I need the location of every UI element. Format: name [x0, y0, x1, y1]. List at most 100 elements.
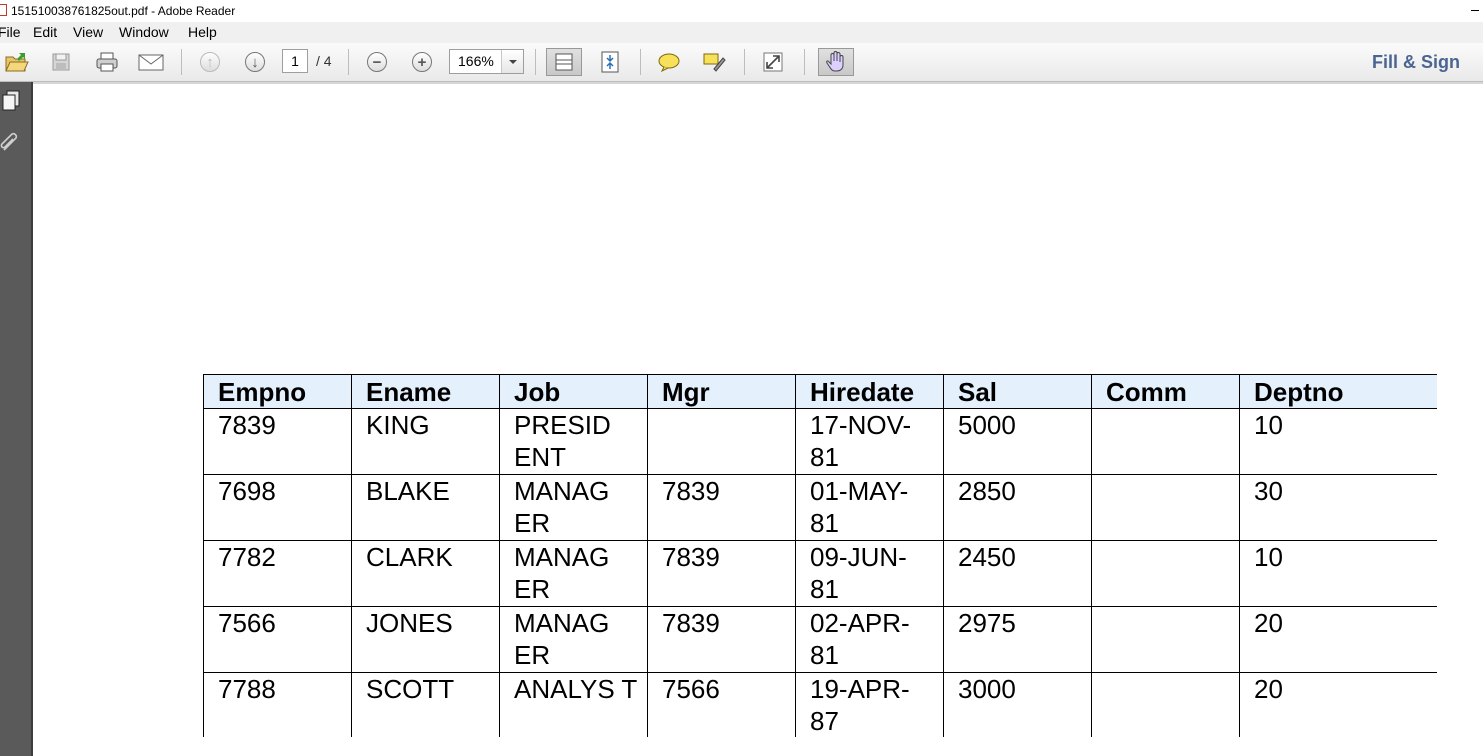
table-cell: 2975 — [943, 606, 1092, 673]
table-row: 7782 CLARK MANAG ER 7839 09-JUN- 81 2450… — [203, 540, 1437, 607]
table-cell: ANALYS T — [499, 672, 648, 737]
pdf-file-icon — [0, 4, 7, 16]
hand-tool-button[interactable] — [818, 48, 854, 76]
zoom-value: 166% — [458, 53, 494, 69]
zoom-select[interactable]: 166% — [449, 49, 524, 74]
save-icon — [52, 53, 70, 71]
column-header: Comm — [1091, 374, 1240, 409]
attachments-button[interactable] — [0, 130, 22, 154]
table-cell — [1091, 540, 1240, 607]
table-cell — [1091, 474, 1240, 541]
zoom-out-button[interactable]: − — [363, 49, 391, 75]
window-title: 151510038761825out.pdf - Adobe Reader — [11, 4, 236, 18]
open-folder-icon — [5, 53, 29, 72]
sticky-note-icon — [658, 53, 680, 72]
hand-icon — [826, 51, 844, 72]
table-cell — [1091, 408, 1240, 475]
table-cell: 20 — [1239, 672, 1437, 737]
menu-file[interactable]: File — [0, 22, 21, 43]
menu-view[interactable]: View — [73, 22, 103, 43]
comment-button[interactable] — [655, 49, 683, 75]
table-cell: 30 — [1239, 474, 1437, 541]
chevron-down-icon[interactable] — [501, 50, 523, 73]
table-cell: 02-APR- 81 — [795, 606, 944, 673]
expand-icon — [763, 52, 783, 72]
table-cell — [1091, 672, 1240, 737]
menu-edit[interactable]: Edit — [33, 22, 57, 43]
highlight-pen-icon — [703, 53, 726, 72]
table-cell — [647, 408, 796, 475]
menu-help[interactable]: Help — [188, 22, 217, 43]
table-cell: MANAG ER — [499, 540, 648, 607]
print-button[interactable] — [93, 49, 121, 75]
navigation-pane — [0, 82, 33, 756]
table-cell: 01-MAY- 81 — [795, 474, 944, 541]
table-cell: 5000 — [943, 408, 1092, 475]
page-thumbnails-button[interactable] — [0, 88, 22, 112]
table-cell: 2850 — [943, 474, 1092, 541]
table-cell: 10 — [1239, 408, 1437, 475]
arrow-down-icon: ↓ — [245, 52, 265, 72]
fill-and-sign-button[interactable]: Fill & Sign — [1372, 50, 1460, 74]
table-cell: 7839 — [647, 474, 796, 541]
save-button[interactable] — [47, 49, 75, 75]
menu-bar: File Edit View Window Help — [0, 22, 1483, 43]
title-bar: 151510038761825out.pdf - Adobe Reader — [0, 0, 1483, 22]
column-header: Hiredate — [795, 374, 944, 409]
email-button[interactable] — [137, 49, 165, 75]
open-button[interactable] — [3, 49, 31, 75]
page-number-input[interactable]: 1 — [282, 49, 308, 73]
highlight-button[interactable] — [700, 49, 728, 75]
table-cell: MANAG ER — [499, 606, 648, 673]
table-cell: 7782 — [203, 540, 352, 607]
print-icon — [96, 52, 118, 72]
minimize-button[interactable] — [1471, 10, 1479, 11]
table-cell: 7698 — [203, 474, 352, 541]
table-cell: 2450 — [943, 540, 1092, 607]
page-scroll-icon — [555, 53, 573, 71]
table-cell: PRESID ENT — [499, 408, 648, 475]
table-cell — [1091, 606, 1240, 673]
table-cell: 7839 — [647, 540, 796, 607]
toolbar: ↑ ↓ − + — [0, 43, 1483, 82]
table-cell: 7566 — [203, 606, 352, 673]
table-cell: MANAG ER — [499, 474, 648, 541]
zoom-in-button[interactable]: + — [408, 49, 436, 75]
scrolling-mode-button[interactable] — [546, 48, 582, 76]
table-cell: 20 — [1239, 606, 1437, 673]
column-header: Ename — [351, 374, 500, 409]
table-row: 7698 BLAKE MANAG ER 7839 01-MAY- 81 2850… — [203, 474, 1437, 541]
table-row: 7839 KING PRESID ENT 17-NOV- 81 5000 10 — [203, 408, 1437, 475]
table-cell: BLAKE — [351, 474, 500, 541]
column-header: Deptno — [1239, 374, 1437, 409]
full-screen-button[interactable] — [759, 49, 787, 75]
column-header: Sal — [943, 374, 1092, 409]
minus-icon: − — [367, 52, 387, 72]
fit-page-button[interactable] — [596, 49, 624, 75]
table-row: 7788 SCOTT ANALYS T 7566 19-APR- 87 3000… — [203, 672, 1437, 737]
plus-icon: + — [412, 52, 432, 72]
table-cell: SCOTT — [351, 672, 500, 737]
table-cell: JONES — [351, 606, 500, 673]
column-header: Empno — [203, 374, 352, 409]
paperclip-icon — [0, 132, 18, 151]
table-cell: 09-JUN- 81 — [795, 540, 944, 607]
next-page-button[interactable]: ↓ — [241, 49, 269, 75]
table-cell: 7839 — [647, 606, 796, 673]
table-cell: 17-NOV- 81 — [795, 408, 944, 475]
table-header-row: Empno Ename Job Mgr Hiredate Sal Comm De… — [203, 374, 1437, 409]
employee-table: Empno Ename Job Mgr Hiredate Sal Comm De… — [203, 374, 1437, 737]
pages-icon — [2, 90, 20, 111]
table-cell: 10 — [1239, 540, 1437, 607]
table-cell: 7566 — [647, 672, 796, 737]
table-cell: 7788 — [203, 672, 352, 737]
column-header: Mgr — [647, 374, 796, 409]
fit-page-icon — [601, 51, 619, 73]
arrow-up-icon: ↑ — [200, 52, 220, 72]
email-icon — [138, 54, 164, 71]
menu-window[interactable]: Window — [119, 22, 169, 43]
column-header: Job — [499, 374, 648, 409]
previous-page-button[interactable]: ↑ — [196, 49, 224, 75]
table-cell: CLARK — [351, 540, 500, 607]
table-cell: 19-APR- 87 — [795, 672, 944, 737]
